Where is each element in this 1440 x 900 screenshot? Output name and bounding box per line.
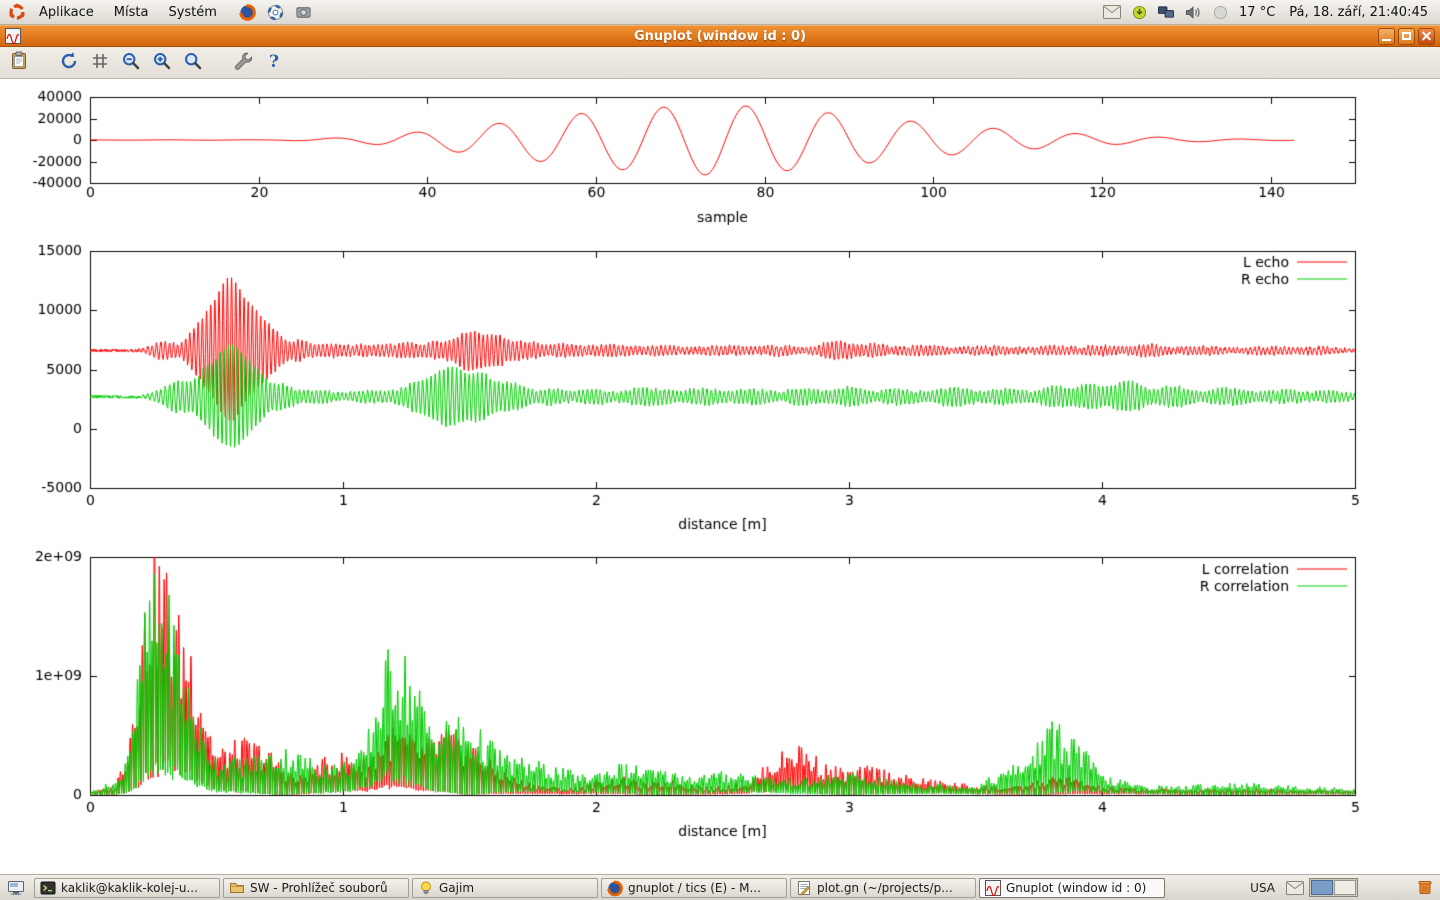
- taskbar-button-kaklik-kaklik-kolej-u[interactable]: kaklik@kaklik-kolej-u...: [34, 878, 220, 898]
- taskbar-button-label: SW - Prohlížeč souborů: [250, 881, 388, 895]
- ubuntu-logo-icon[interactable]: [6, 1, 28, 23]
- window-controls: [1378, 28, 1435, 45]
- maximize-button[interactable]: [1398, 28, 1415, 45]
- taskbar-button-label: Gajim: [439, 881, 474, 895]
- update-notifier-icon[interactable]: [1128, 1, 1150, 23]
- firefox-icon: [607, 880, 623, 896]
- network-icon[interactable]: [1155, 1, 1177, 23]
- menu-system[interactable]: Systém: [159, 2, 225, 23]
- settings-button[interactable]: [230, 50, 256, 76]
- notification-area: [1101, 1, 1231, 23]
- terminal-icon: [40, 880, 56, 896]
- trash-icon[interactable]: [1417, 879, 1435, 897]
- zoom-previous-icon: [121, 51, 141, 74]
- autoscale-button[interactable]: [180, 50, 206, 76]
- weather-icon[interactable]: [1209, 1, 1231, 23]
- keyboard-layout-indicator[interactable]: USA: [1244, 881, 1281, 895]
- grid-button[interactable]: [87, 50, 113, 76]
- help-browser-icon: [265, 1, 287, 23]
- launcher-help-browser-icon[interactable]: [264, 0, 288, 24]
- gnuplot-icon: [985, 880, 1001, 896]
- window-titlebar[interactable]: Gnuplot (window id : 0): [0, 25, 1440, 47]
- zoom-previous-button[interactable]: [118, 50, 144, 76]
- toolbar-separator: [37, 62, 51, 63]
- replot-button[interactable]: [56, 50, 82, 76]
- settings-icon: [233, 51, 253, 74]
- firefox-icon: [237, 1, 259, 23]
- file-manager-icon: [229, 880, 245, 896]
- taskbar-button-label: kaklik@kaklik-kolej-u...: [61, 881, 198, 895]
- plot-area: [0, 79, 1440, 874]
- taskbar-button-gajim[interactable]: Gajim: [412, 878, 598, 898]
- mail-tray-icon[interactable]: [1284, 877, 1306, 899]
- gnome-panel-top: Aplikace Místa Systém 17 °C Pá, 18. září…: [0, 0, 1440, 25]
- launcher-firefox-icon[interactable]: [236, 0, 260, 24]
- autoscale-icon: [183, 51, 203, 74]
- taskbar-button-plot-gn-projects-p[interactable]: plot.gn (~/projects/p...: [790, 878, 976, 898]
- clipboard-copy-icon: [9, 51, 29, 74]
- help-icon: ?: [264, 51, 284, 74]
- workspace-1[interactable]: [1311, 880, 1333, 895]
- menu-places[interactable]: Místa: [105, 2, 158, 23]
- chart-correlation[interactable]: [0, 549, 1440, 849]
- help-button[interactable]: ?: [261, 50, 287, 76]
- clipboard-copy-button[interactable]: [6, 50, 32, 76]
- taskbar-button-gnuplot-tics-e-m[interactable]: gnuplot / tics (E) - M...: [601, 878, 787, 898]
- gnuplot-toolbar: ?: [0, 47, 1440, 79]
- taskbar-button-label: Gnuplot (window id : 0): [1006, 881, 1146, 895]
- clock[interactable]: Pá, 18. září, 21:40:45: [1283, 5, 1434, 20]
- grid-icon: [90, 51, 110, 74]
- temperature-indicator[interactable]: 17 °C: [1233, 5, 1281, 20]
- text-editor-icon: [796, 880, 812, 896]
- replot-icon: [59, 51, 79, 74]
- window-title: Gnuplot (window id : 0): [0, 29, 1440, 44]
- show-desktop-icon[interactable]: [5, 877, 27, 899]
- close-button[interactable]: [1418, 28, 1435, 45]
- volume-icon[interactable]: [1182, 1, 1204, 23]
- taskbar-button-label: plot.gn (~/projects/p...: [817, 881, 953, 895]
- taskbar-button-label: gnuplot / tics (E) - M...: [628, 881, 761, 895]
- gajim-icon: [418, 880, 434, 896]
- taskbar-button-gnuplot-window-id-0[interactable]: Gnuplot (window id : 0): [979, 878, 1165, 898]
- chart-chirp-signal[interactable]: [0, 88, 1440, 238]
- taskbar: kaklik@kaklik-kolej-u... SW - Prohlížeč s…: [0, 874, 1440, 900]
- toolbar-separator: [211, 62, 225, 63]
- taskbar-button-sw-prohl-e-soubor[interactable]: SW - Prohlížeč souborů: [223, 878, 409, 898]
- zoom-next-button[interactable]: [149, 50, 175, 76]
- panel-launchers: [236, 0, 316, 24]
- workspace-2[interactable]: [1334, 880, 1356, 895]
- chart-echo-signals[interactable]: [0, 243, 1440, 543]
- window-list: kaklik@kaklik-kolej-u... SW - Prohlížeč s…: [34, 878, 1165, 898]
- minimize-icon: [1382, 39, 1391, 41]
- minimize-button[interactable]: [1378, 28, 1395, 45]
- maximize-icon: [1402, 32, 1411, 40]
- svg-text:?: ?: [269, 52, 279, 71]
- zoom-next-icon: [152, 51, 172, 74]
- gnuplot-window-icon: [5, 28, 21, 44]
- menu-applications[interactable]: Aplikace: [30, 2, 103, 23]
- mail-envelope-icon[interactable]: [1101, 1, 1123, 23]
- screenshot-tool-icon: [293, 1, 315, 23]
- workspace-switcher[interactable]: [1309, 878, 1358, 897]
- desktop: Aplikace Místa Systém 17 °C Pá, 18. září…: [0, 0, 1440, 900]
- launcher-screenshot-tool-icon[interactable]: [292, 0, 316, 24]
